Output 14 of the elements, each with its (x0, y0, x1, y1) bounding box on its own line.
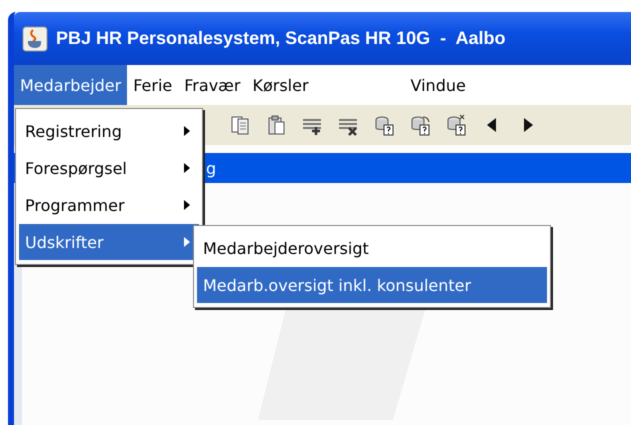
coffee-cup-icon (22, 26, 48, 52)
menu-bar-item[interactable]: Fravær (178, 65, 246, 105)
menu-item[interactable]: Forespørgsel (19, 150, 199, 186)
menu-item[interactable]: Udskrifter (19, 224, 199, 260)
window-title: PBJ HR Personalesystem, ScanPas HR 10G - Aalbo (56, 28, 506, 49)
menu-bar-item[interactable]: Medarbejder (14, 65, 128, 105)
menu-item[interactable]: Programmer (19, 187, 199, 223)
menu-item[interactable]: Medarbejderoversigt (197, 230, 547, 266)
row-text: g (206, 158, 216, 178)
menu-bar-item[interactable]: Ferie (127, 65, 178, 105)
menu-item[interactable]: Medarb.oversigt inkl. konsulenter (197, 267, 547, 303)
menu-bar-item[interactable]: Kørsler (246, 65, 315, 105)
menu-item[interactable]: Registrering (19, 113, 199, 149)
menu-bar-item[interactable]: Vindue (404, 65, 472, 105)
